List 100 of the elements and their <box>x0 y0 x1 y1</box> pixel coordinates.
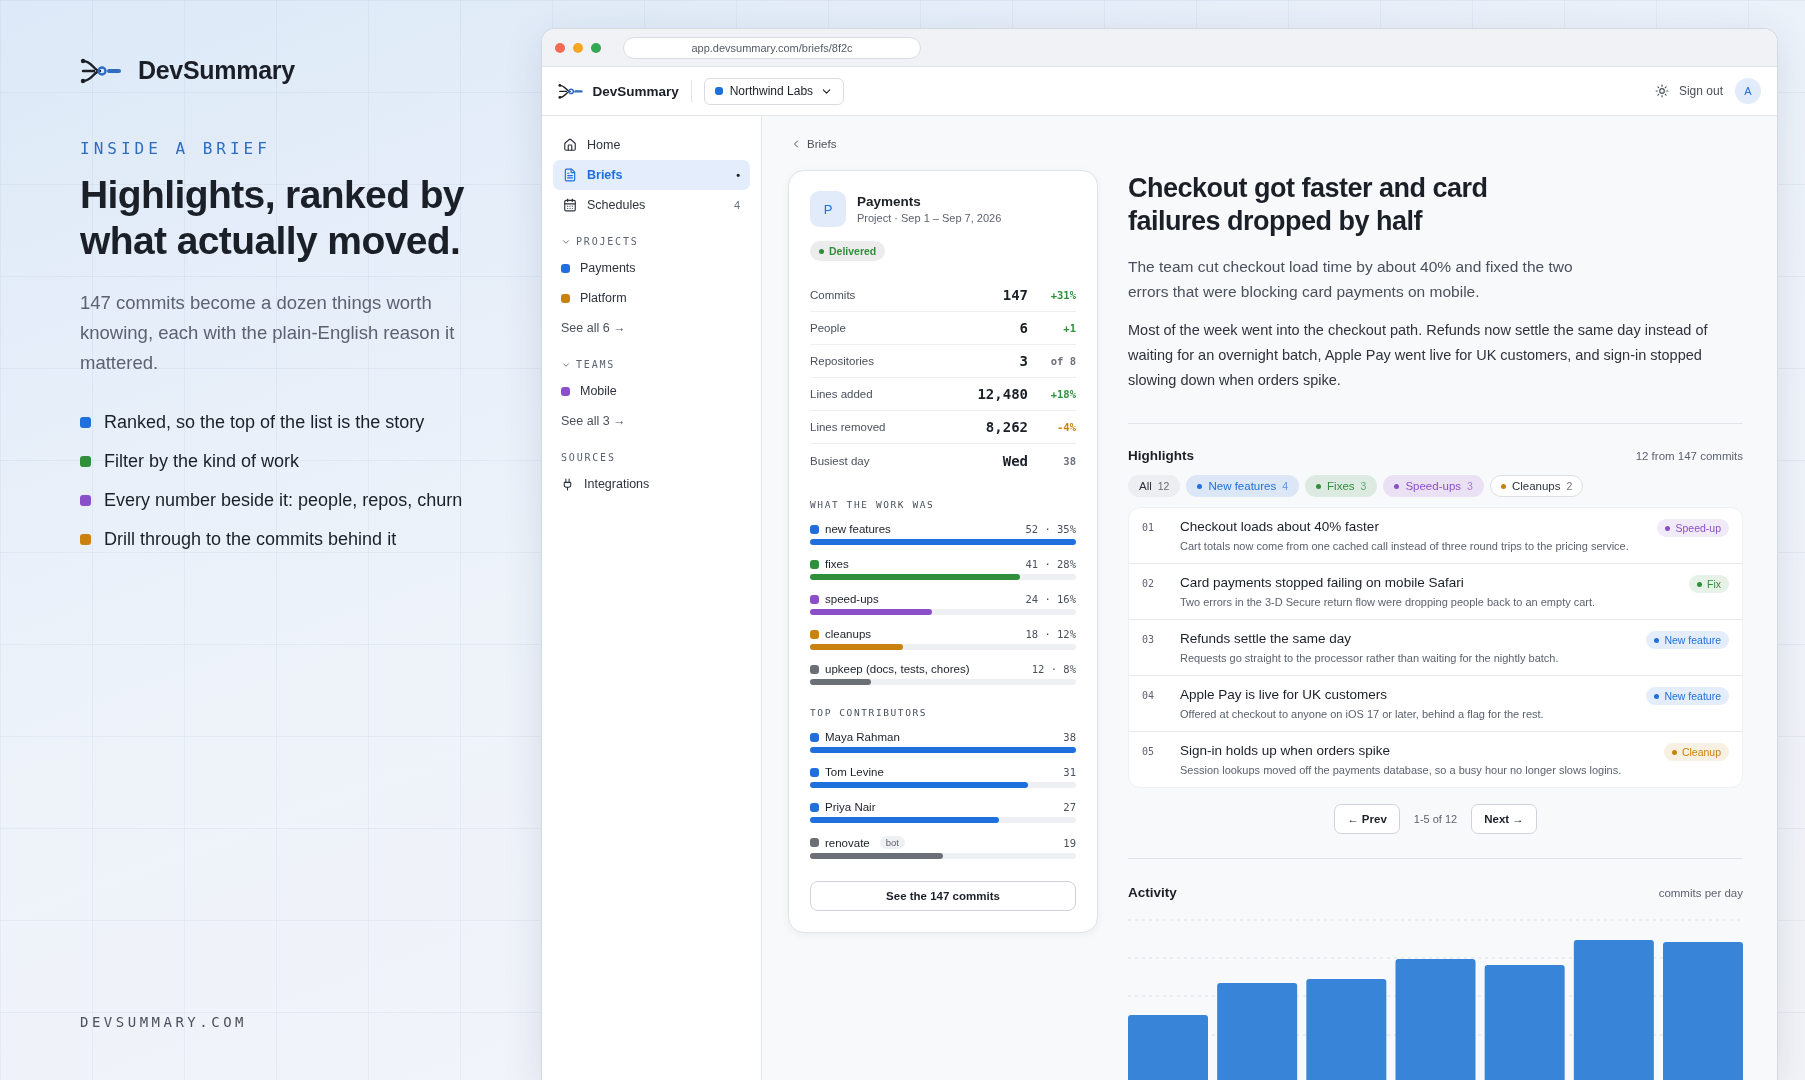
filter-chip[interactable]: New features 4 <box>1186 475 1300 497</box>
stat-label: Repositories <box>810 355 875 367</box>
headline: Highlights, ranked by what actually moved. <box>80 172 465 264</box>
status-badge: Delivered <box>810 241 886 261</box>
stat-label: Commits <box>810 289 857 301</box>
highlight-description: Session lookups moved off the payments database, so a busy hour no longer slows logins. <box>1180 763 1623 778</box>
bar-reading: 27 <box>1063 801 1076 813</box>
stat-value: 147 <box>1002 287 1028 303</box>
feature-point: Every number beside it: people, repos, churn <box>104 490 463 511</box>
nav-item[interactable]: Briefs • <box>553 160 750 190</box>
bot-tag: bot <box>879 836 905 849</box>
rank-number: 04 <box>1142 689 1156 703</box>
highlight-title[interactable]: Apple Pay is live for UK customers <box>1180 687 1647 702</box>
workspace-switcher[interactable]: Northwind Labs <box>703 77 845 105</box>
see-all-link[interactable]: See all 6 → <box>553 313 750 343</box>
nav-item[interactable]: Home <box>553 130 750 160</box>
section-heading: TOP CONTRIBUTORS <box>810 707 929 718</box>
highlight-title[interactable]: Card payments stopped failing on mobile Safari <box>1180 575 1689 590</box>
category-tag: Speed-up <box>1657 519 1729 537</box>
bar-reading: 41 · 28% <box>1025 558 1076 570</box>
category-tag: New feature <box>1646 631 1729 649</box>
brief-summary: The team cut checkout load time by about 40% and fixed the two errors that were blocking card payments on mobile. <box>1128 257 1574 302</box>
bar-label: fixes <box>825 558 849 570</box>
home-icon <box>563 138 577 152</box>
stat-value: 8,262 <box>985 419 1028 435</box>
stat-value: Wed <box>1002 452 1028 469</box>
intro-text: 147 commits become a dozen things worth knowing, each with the plain-English reason it mattered. <box>80 291 456 375</box>
rank-number: 05 <box>1142 745 1156 759</box>
highlight-description: Two errors in the 3-D Secure return flow were dropping people back to an empty cart. <box>1180 595 1597 610</box>
minimize-dot-icon[interactable] <box>573 42 583 53</box>
stat-label: Lines removed <box>810 421 887 433</box>
bar-label: new features <box>825 523 891 535</box>
breadcrumb-link[interactable]: Briefs <box>790 138 1747 150</box>
theme-toggle-icon[interactable] <box>1654 84 1669 98</box>
brand-name: DevSummary <box>138 56 295 85</box>
sidebar-item[interactable]: Platform <box>553 283 750 313</box>
stat-delta: +31% <box>1049 289 1076 301</box>
filter-chip[interactable]: All 12 <box>1128 475 1181 497</box>
activity-heading: Activity <box>1128 885 1177 900</box>
rank-number: 01 <box>1142 521 1156 535</box>
highlight-title[interactable]: Checkout loads about 40% faster <box>1180 519 1658 534</box>
see-all-link[interactable]: See all 3 → <box>553 406 750 436</box>
bar-label: Maya Rahman <box>825 731 900 743</box>
feature-point: Ranked, so the top of the list is the story <box>104 412 425 433</box>
filter-chip[interactable]: Cleanups 2 <box>1489 475 1584 497</box>
project-subtitle: Project · Sep 1 – Sep 7, 2026 <box>857 212 1002 224</box>
bar-label: upkeep (docs, tests, chores) <box>825 663 970 675</box>
feature-point: Filter by the kind of work <box>104 451 300 472</box>
rank-number: 03 <box>1142 633 1156 647</box>
bar-label: Priya Nair <box>825 801 876 813</box>
prev-button[interactable]: ← Prev <box>1334 804 1400 834</box>
sign-out-link[interactable]: Sign out <box>1678 84 1723 98</box>
stat-delta: +18% <box>1049 388 1076 400</box>
highlights-meta: 12 from 147 commits <box>1635 449 1743 462</box>
project-avatar: P <box>810 191 846 227</box>
section-heading: TEAMS <box>576 359 616 370</box>
next-button[interactable]: Next → <box>1471 804 1537 834</box>
section-heading: WHAT THE WORK WAS <box>810 499 936 510</box>
brief-title: Checkout got faster and card failures dropped by half <box>1128 172 1489 238</box>
bar-label: speed-ups <box>825 593 879 605</box>
calendar-icon <box>563 198 577 212</box>
maximize-dot-icon[interactable] <box>591 42 601 53</box>
page-range: 1-5 of 12 <box>1413 813 1458 825</box>
address-bar[interactable]: app.devsummary.com/briefs/8f2c <box>623 36 921 59</box>
section-heading: PROJECTS <box>576 236 639 247</box>
activity-meta: commits per day <box>1658 886 1743 899</box>
bar-label: Tom Levine <box>825 766 884 778</box>
feature-point: Drill through to the commits behind it <box>104 529 397 550</box>
sidebar-item[interactable]: Integrations <box>553 469 750 499</box>
see-commits-button[interactable]: See the 147 commits <box>810 881 1076 911</box>
highlight-description: Requests go straight to the processor rather than waiting for the nightly batch. <box>1180 651 1560 666</box>
app-brand: DevSummary <box>592 83 679 99</box>
filter-chip[interactable]: Speed-ups 3 <box>1383 475 1484 497</box>
logo-icon <box>558 82 585 100</box>
stat-delta: -4% <box>1056 421 1076 433</box>
user-avatar[interactable]: A <box>1735 78 1761 104</box>
bar-reading: 12 · 8% <box>1031 663 1076 675</box>
nav-count: • <box>736 169 740 181</box>
logo-icon <box>80 56 124 85</box>
highlight-title[interactable]: Refunds settle the same day <box>1180 631 1647 646</box>
sidebar-item[interactable]: Payments <box>553 253 750 283</box>
eyebrow: INSIDE A BRIEF <box>80 139 272 158</box>
category-tag: New feature <box>1646 687 1729 705</box>
project-title: Payments <box>857 194 922 209</box>
sidebar-item[interactable]: Mobile <box>553 376 750 406</box>
category-tag: Cleanup <box>1663 743 1729 761</box>
nav-count: 4 <box>733 199 740 211</box>
bar-label: renovate <box>825 836 870 849</box>
bar-reading: 19 <box>1063 836 1076 849</box>
footer-url: DEVSUMMARY.COM <box>80 1014 248 1030</box>
brief-body: Most of the week went into the checkout path. Refunds now settle the same day instead of waiting for an overnight batch, Apple Pay went live for UK customers, and sign-in stopped slowing down when orders spike. <box>1128 321 1709 390</box>
close-dot-icon[interactable] <box>555 42 565 53</box>
highlight-title[interactable]: Sign-in holds up when orders spike <box>1180 743 1664 758</box>
stat-label: People <box>810 322 847 334</box>
bar-label: cleanups <box>825 628 872 640</box>
document-icon <box>563 168 577 182</box>
rank-number: 02 <box>1142 577 1156 591</box>
stat-value: 12,480 <box>977 386 1028 402</box>
nav-item[interactable]: Schedules 4 <box>553 190 750 220</box>
stat-label: Lines added <box>810 388 874 400</box>
